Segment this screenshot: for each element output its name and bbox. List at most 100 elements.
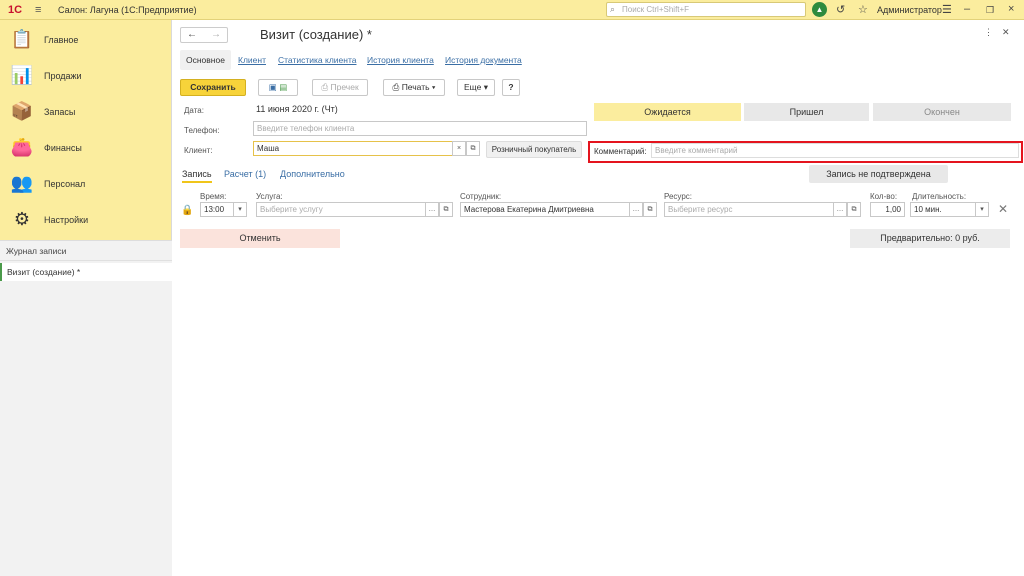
qty-header: Кол-во:: [870, 192, 898, 201]
time-header: Время:: [200, 192, 227, 201]
subtab-additional[interactable]: Дополнительно: [280, 169, 345, 179]
open-window-journal[interactable]: Журнал записи: [0, 241, 172, 261]
settings-menu-icon[interactable]: ☰: [942, 3, 952, 16]
date-value[interactable]: 11 июня 2020 г. (Чт): [256, 104, 338, 114]
visit-form: ← → Визит (создание) * ⋮ ✕ Основное Клие…: [172, 20, 1024, 576]
open-icon[interactable]: ⧉: [643, 202, 657, 217]
printer-icon: ⎙: [321, 82, 329, 92]
forward-arrow-icon[interactable]: →: [211, 29, 221, 40]
tab-main[interactable]: Основное: [180, 50, 231, 70]
clear-icon[interactable]: ×: [452, 141, 466, 156]
duration-field[interactable]: 10 мин.: [910, 202, 976, 217]
client-field[interactable]: Маша: [253, 141, 453, 156]
lock-icon[interactable]: 🔒: [181, 205, 193, 216]
tab-client-stats[interactable]: Статистика клиента: [278, 50, 356, 70]
status-finished-button[interactable]: Окончен: [873, 103, 1011, 121]
app-logo: 1С: [8, 4, 23, 16]
sidebar-item-label: Продажи: [44, 71, 82, 81]
maximize-icon[interactable]: ❐: [986, 5, 994, 16]
retail-customer-button[interactable]: Розничный покупатель: [486, 141, 582, 158]
wallet-icon: 👛: [10, 137, 34, 157]
app-title: Салон: Лагуна (1С:Предприятие): [58, 5, 197, 15]
time-field[interactable]: 13:00: [200, 202, 234, 217]
save-disk-button[interactable]: ▣ ▤: [258, 79, 298, 96]
sidebar-item-label: Запасы: [44, 107, 76, 117]
more-label: Еще: [464, 82, 482, 92]
chevron-down-icon: ▾: [431, 82, 436, 92]
sidebar-item-staff[interactable]: 👥 Персонал: [0, 166, 172, 202]
subtab-booking[interactable]: Запись: [182, 169, 212, 183]
minimize-icon[interactable]: –: [964, 3, 970, 15]
back-arrow-icon[interactable]: ←: [187, 29, 197, 40]
open-icon[interactable]: ⧉: [439, 202, 453, 217]
sidebar-item-label: Персонал: [44, 179, 86, 189]
receipt-label: Пречек: [330, 82, 359, 92]
help-button[interactable]: ?: [502, 79, 520, 96]
top-bar: 1С ≡ Салон: Лагуна (1С:Предприятие) ⌕ По…: [0, 0, 1024, 20]
open-window-visit[interactable]: Визит (создание) *: [0, 263, 172, 281]
search-icon: ⌕: [610, 4, 616, 14]
search-input[interactable]: ⌕ Поиск Ctrl+Shift+F: [606, 2, 806, 17]
select-icon[interactable]: …: [425, 202, 439, 217]
clipboard-icon: 📋: [10, 29, 34, 49]
tab-client-history[interactable]: История клиента: [367, 50, 434, 70]
sidebar-item-label: Главное: [44, 35, 79, 45]
service-field[interactable]: Выберите услугу: [256, 202, 426, 217]
more-actions-icon[interactable]: ⋮: [984, 27, 993, 38]
history-nav: ← →: [180, 27, 228, 43]
printer-icon: ⎙: [392, 82, 400, 92]
sidebar: 📋 Главное 📊 Продажи 📦 Запасы 👛 Финансы 👥…: [0, 20, 172, 576]
resource-header: Ресурс:: [664, 192, 693, 201]
history-icon[interactable]: ↺: [836, 3, 845, 16]
menu-icon[interactable]: ≡: [35, 4, 41, 16]
sidebar-item-label: Настройки: [44, 215, 89, 225]
select-icon[interactable]: …: [629, 202, 643, 217]
disk-icon: ▣: [268, 82, 277, 92]
sidebar-item-label: Финансы: [44, 143, 82, 153]
not-confirmed-button[interactable]: Запись не подтверждена: [809, 165, 948, 183]
cancel-button[interactable]: Отменить: [180, 229, 340, 248]
boxes-icon: 📦: [10, 101, 34, 121]
phone-label: Телефон:: [184, 126, 220, 135]
employee-field[interactable]: Мастерова Екатерина Дмитриевна: [460, 202, 630, 217]
chevron-down-icon: ▾: [483, 82, 488, 92]
print-button[interactable]: ⎙ Печать ▾: [383, 79, 445, 96]
receipt-button[interactable]: ⎙ Пречек: [312, 79, 368, 96]
qty-field[interactable]: 1,00: [870, 202, 905, 217]
open-windows-panel: Журнал записи Визит (создание) *: [0, 240, 172, 576]
search-placeholder: Поиск Ctrl+Shift+F: [622, 5, 690, 14]
comment-highlight: [588, 141, 1023, 163]
delete-row-icon[interactable]: ✕: [998, 202, 1008, 216]
client-label: Клиент:: [184, 146, 213, 155]
people-icon: 👥: [10, 173, 34, 193]
post-icon: ▤: [279, 82, 288, 92]
save-button[interactable]: Сохранить: [180, 79, 246, 96]
tab-document-history[interactable]: История документа: [445, 50, 522, 70]
open-icon[interactable]: ⧉: [847, 202, 861, 217]
prelim-total: Предварительно: 0 руб.: [850, 229, 1010, 248]
duration-header: Длительность:: [912, 192, 967, 201]
sidebar-item-main[interactable]: 📋 Главное: [0, 22, 172, 58]
sidebar-item-sales[interactable]: 📊 Продажи: [0, 58, 172, 94]
form-close-icon[interactable]: ✕: [1002, 27, 1010, 38]
favorites-icon[interactable]: ☆: [858, 3, 868, 16]
subtab-calculation[interactable]: Расчет (1): [224, 169, 266, 179]
close-icon[interactable]: ×: [1008, 3, 1014, 15]
sidebar-item-stock[interactable]: 📦 Запасы: [0, 94, 172, 130]
status-arrived-button[interactable]: Пришел: [744, 103, 869, 121]
sidebar-item-finance[interactable]: 👛 Финансы: [0, 130, 172, 166]
service-header: Услуга:: [256, 192, 283, 201]
chart-icon: 📊: [10, 65, 34, 85]
resource-field[interactable]: Выберите ресурс: [664, 202, 834, 217]
select-icon[interactable]: …: [833, 202, 847, 217]
notifications-icon[interactable]: ▲: [812, 2, 827, 17]
open-icon[interactable]: ⧉: [466, 141, 480, 156]
more-button[interactable]: Еще ▾: [457, 79, 495, 96]
chevron-down-icon[interactable]: ▾: [233, 202, 247, 217]
chevron-down-icon[interactable]: ▾: [975, 202, 989, 217]
tab-client[interactable]: Клиент: [238, 50, 266, 70]
sidebar-item-settings[interactable]: ⚙ Настройки: [0, 202, 172, 238]
user-name[interactable]: Администратор: [877, 5, 942, 15]
status-expected-button[interactable]: Ожидается: [594, 103, 741, 121]
phone-field[interactable]: Введите телефон клиента: [253, 121, 587, 136]
